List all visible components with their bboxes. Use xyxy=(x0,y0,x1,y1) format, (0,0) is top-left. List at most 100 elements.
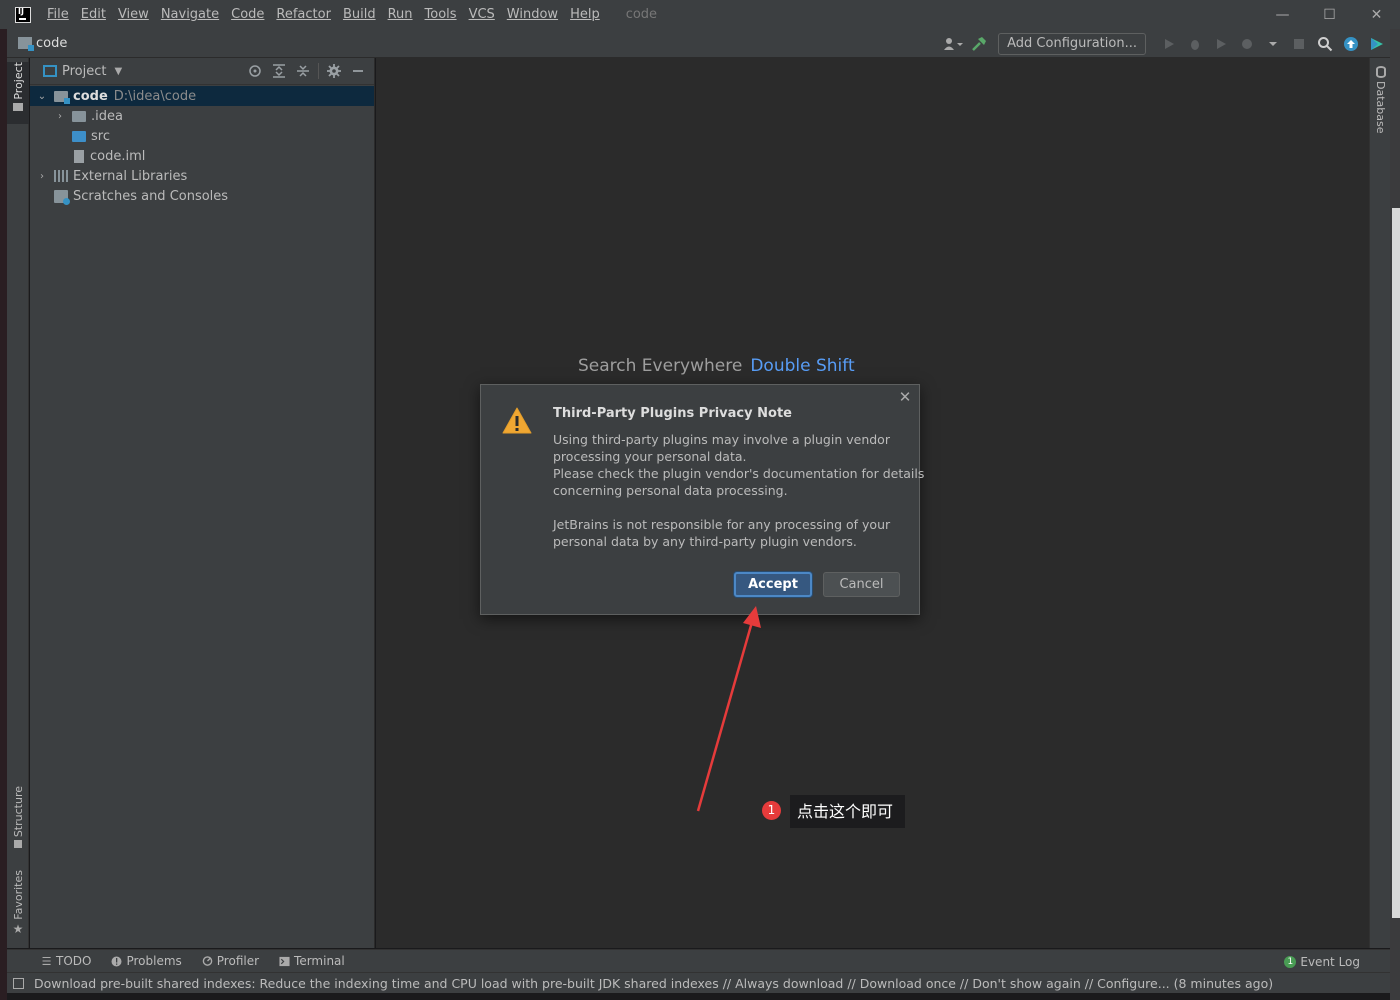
tab-terminal[interactable]: Terminal xyxy=(279,954,345,968)
event-count-badge: 1 xyxy=(1284,955,1297,968)
chevron-right-icon[interactable]: › xyxy=(54,111,66,122)
tab-problems-label: Problems xyxy=(126,954,182,968)
expand-all-icon[interactable] xyxy=(267,60,291,82)
tree-item-path: D:\idea\code xyxy=(113,88,197,104)
privacy-note-dialog: ✕ Third-Party Plugins Privacy Note Using… xyxy=(480,384,924,615)
menu-tools-label: Tools xyxy=(424,7,457,22)
status-message[interactable]: Download pre-built shared indexes: Reduc… xyxy=(34,976,1273,991)
navigation-toolbar: code Add Configuration... xyxy=(7,29,1390,58)
title-bar: File Edit View Navigate Code Refactor Bu… xyxy=(0,0,1400,29)
menu-run-label: Run xyxy=(387,7,413,22)
build-hammer-icon[interactable] xyxy=(968,33,990,55)
run-options-chevron-icon[interactable] xyxy=(1262,33,1284,55)
project-view-selector[interactable]: Project xyxy=(62,64,106,79)
profile-icon[interactable] xyxy=(1236,33,1258,55)
problems-icon xyxy=(111,956,122,966)
tab-project[interactable]: Project xyxy=(7,62,29,124)
tab-project-label: Project xyxy=(11,62,25,100)
menu-file[interactable]: File xyxy=(41,0,75,29)
star-icon: ★ xyxy=(12,921,24,936)
tree-item-code[interactable]: ⌄ code D:\idea\code xyxy=(30,86,374,106)
chevron-right-icon[interactable]: › xyxy=(36,171,48,182)
coverage-icon[interactable] xyxy=(1210,33,1232,55)
tab-todo[interactable]: ☰ TODO xyxy=(41,954,92,968)
empty-editor-hint: Search Everywhere Double Shift xyxy=(578,356,855,376)
menu-refactor[interactable]: Refactor xyxy=(270,0,337,29)
tab-event-log-label: Event Log xyxy=(1300,954,1360,969)
chevron-down-icon[interactable]: ⌄ xyxy=(36,91,48,102)
hide-panel-icon[interactable] xyxy=(346,60,370,82)
accept-button[interactable]: Accept xyxy=(734,572,812,597)
menu-edit[interactable]: Edit xyxy=(75,0,112,29)
tab-favorites[interactable]: Favorites ★ xyxy=(7,870,29,940)
update-icon[interactable] xyxy=(1340,33,1362,55)
menu-help[interactable]: Help xyxy=(564,0,606,29)
tab-database[interactable]: Database xyxy=(1370,66,1391,134)
tab-structure[interactable]: Structure xyxy=(7,786,29,852)
code-with-me-icon[interactable] xyxy=(1366,33,1388,55)
search-icon[interactable] xyxy=(1314,33,1336,55)
menu-window[interactable]: Window xyxy=(501,0,564,29)
tool-window-bar: ☰ TODO Problems Profiler Terminal 1 Even… xyxy=(7,949,1390,972)
tab-event-log[interactable]: 1 Event Log xyxy=(1284,950,1360,973)
stop-icon[interactable] xyxy=(1288,33,1310,55)
tree-item-label: Scratches and Consoles xyxy=(73,188,229,204)
source-folder-icon xyxy=(72,130,86,142)
menu-refactor-label: Refactor xyxy=(276,7,331,22)
locate-file-icon[interactable] xyxy=(243,60,267,82)
menu-navigate-label: Navigate xyxy=(160,7,220,22)
add-configuration-button[interactable]: Add Configuration... xyxy=(998,32,1146,55)
user-dropdown-icon[interactable] xyxy=(942,33,964,55)
intellij-logo-icon[interactable] xyxy=(15,6,31,23)
maximize-icon[interactable]: ☐ xyxy=(1306,0,1353,29)
menu-vcs[interactable]: VCS xyxy=(463,0,501,29)
menu-build[interactable]: Build xyxy=(337,0,382,29)
menu-vcs-label: VCS xyxy=(468,7,495,22)
breadcrumb[interactable]: code xyxy=(36,36,67,51)
window-title: code xyxy=(625,7,658,22)
tab-todo-label: TODO xyxy=(56,954,92,968)
tree-item-label: External Libraries xyxy=(73,168,188,184)
menu-help-label: Help xyxy=(570,7,600,22)
tab-profiler[interactable]: Profiler xyxy=(202,954,259,968)
tree-item-external-libraries[interactable]: › External Libraries xyxy=(30,166,374,186)
toggle-tool-windows-icon[interactable] xyxy=(13,977,24,989)
database-icon xyxy=(1375,66,1386,78)
menu-code[interactable]: Code xyxy=(225,0,270,29)
project-panel-header: Project ▼ xyxy=(30,58,374,85)
dialog-text-line: processing your personal data. xyxy=(553,449,747,464)
minimize-icon[interactable]: — xyxy=(1259,0,1306,29)
tree-item-code-iml[interactable]: code.iml xyxy=(30,146,374,166)
annotation-arrow xyxy=(696,606,761,812)
annotation-label: 点击这个即可 xyxy=(790,795,905,828)
tree-item-idea[interactable]: › .idea xyxy=(30,106,374,126)
run-toolbar: Add Configuration... xyxy=(940,29,1390,58)
menu-run[interactable]: Run xyxy=(382,0,419,29)
window-controls: — ☐ ✕ xyxy=(1259,0,1400,29)
menu-code-label: Code xyxy=(231,7,265,22)
status-bar: Download pre-built shared indexes: Reduc… xyxy=(7,972,1390,993)
tree-item-src[interactable]: src xyxy=(30,126,374,146)
tab-problems[interactable]: Problems xyxy=(111,954,182,968)
dialog-text-line: JetBrains is not responsible for any pro… xyxy=(553,517,891,532)
close-icon[interactable]: ✕ xyxy=(897,389,913,405)
library-icon xyxy=(54,170,68,182)
tree-item-label: .idea xyxy=(91,108,123,124)
menu-navigate[interactable]: Navigate xyxy=(155,0,225,29)
menu-edit-label: Edit xyxy=(80,7,106,22)
tree-item-scratches[interactable]: Scratches and Consoles xyxy=(30,186,374,206)
close-window-icon[interactable]: ✕ xyxy=(1353,0,1400,29)
dialog-text-line: personal data by any third-party plugin … xyxy=(553,534,857,549)
run-icon[interactable] xyxy=(1158,33,1180,55)
chevron-down-icon[interactable]: ▼ xyxy=(114,66,122,77)
tab-database-label: Database xyxy=(1374,81,1387,134)
gear-icon[interactable] xyxy=(322,60,346,82)
menu-tools[interactable]: Tools xyxy=(419,0,463,29)
warning-icon xyxy=(502,407,532,434)
debug-icon[interactable] xyxy=(1184,33,1206,55)
project-panel: Project ▼ ⌄ code D:\idea\code › .idea sr… xyxy=(30,58,375,948)
cancel-button[interactable]: Cancel xyxy=(823,572,900,597)
menu-view[interactable]: View xyxy=(112,0,155,29)
annotation-badge: 1 xyxy=(762,801,781,820)
collapse-all-icon[interactable] xyxy=(291,60,315,82)
